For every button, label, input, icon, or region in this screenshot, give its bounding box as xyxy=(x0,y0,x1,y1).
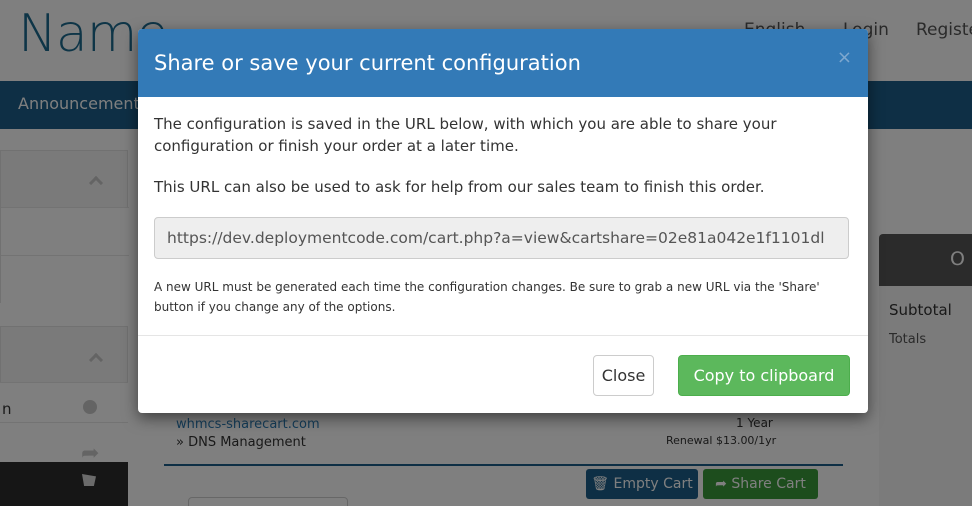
close-icon[interactable]: × xyxy=(837,47,852,68)
share-url-input[interactable] xyxy=(154,217,849,259)
share-config-modal: Share or save your current configuration… xyxy=(138,29,868,413)
close-button[interactable]: Close xyxy=(593,355,654,396)
modal-title: Share or save your current configuration xyxy=(154,51,581,75)
modal-body: The configuration is saved in the URL be… xyxy=(138,97,868,333)
modal-note: A new URL must be generated each time th… xyxy=(154,280,820,314)
modal-help-text: This URL can also be used to ask for hel… xyxy=(154,178,765,196)
modal-description: The configuration is saved in the URL be… xyxy=(154,115,777,155)
modal-header: Share or save your current configuration… xyxy=(138,29,868,97)
copy-to-clipboard-button[interactable]: Copy to clipboard xyxy=(678,355,850,396)
modal-footer: Close Copy to clipboard xyxy=(138,335,868,413)
